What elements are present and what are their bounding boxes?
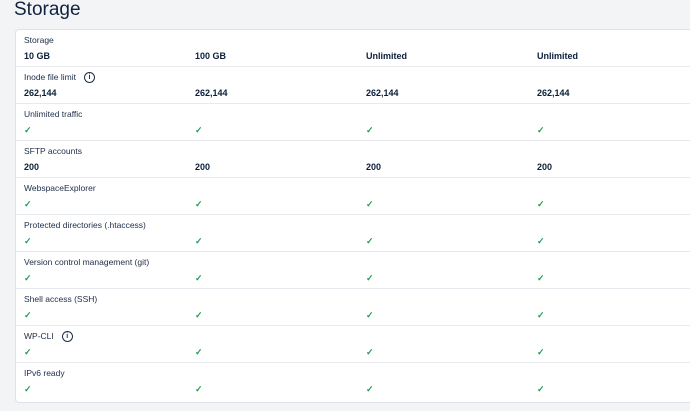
cell-value: Unlimited: [537, 51, 579, 61]
check-icon: ✓: [24, 347, 32, 357]
check-icon: ✓: [195, 384, 203, 394]
check-icon: ✓: [24, 310, 32, 320]
row-label-text: Storage: [24, 35, 54, 45]
cell-value: 262,144: [195, 88, 228, 98]
cell-value: 200: [195, 162, 211, 172]
check-icon: ✓: [537, 125, 545, 135]
row-label: Storage: [24, 35, 54, 46]
check-icon: ✓: [537, 273, 545, 283]
row-label: Protected directories (.htaccess): [24, 220, 146, 231]
check-icon: ✓: [537, 199, 545, 209]
check-icon: ✓: [24, 236, 32, 246]
check-icon: ✓: [195, 199, 203, 209]
row-label: IPv6 ready: [24, 368, 65, 379]
cell-value: 200: [24, 162, 40, 172]
row-label: Version control management (git): [24, 257, 149, 268]
check-icon: ✓: [24, 125, 32, 135]
cell-value: 200: [537, 162, 553, 172]
table-row: IPv6 ready ✓ ✓ ✓ ✓: [16, 363, 690, 400]
table-row: Protected directories (.htaccess) ✓ ✓ ✓ …: [16, 215, 690, 252]
row-label-text: Inode file limit: [24, 72, 76, 82]
check-icon: ✓: [366, 347, 374, 357]
table-row: Inode file limit i 262,144 262,144 262,14…: [16, 67, 690, 104]
table-row: WebspaceExplorer ✓ ✓ ✓ ✓: [16, 178, 690, 215]
cell-value: 10 GB: [24, 51, 51, 61]
check-icon: ✓: [366, 236, 374, 246]
info-icon[interactable]: i: [83, 72, 95, 83]
check-icon: ✓: [24, 273, 32, 283]
check-icon: ✓: [366, 384, 374, 394]
row-label: Inode file limit i: [24, 72, 95, 83]
row-label-text: Unlimited traffic: [24, 109, 83, 119]
info-icon[interactable]: i: [61, 331, 73, 342]
row-label: Unlimited traffic: [24, 109, 82, 120]
cell-value: 200: [366, 162, 382, 172]
table-row: WP-CLI i ✓ ✓ ✓ ✓: [16, 326, 690, 363]
table-row: SFTP accounts 200 200 200 200: [16, 141, 690, 178]
row-label-text: WP-CLI: [24, 331, 54, 341]
row-label: Shell access (SSH): [24, 294, 97, 305]
row-label-text: WebspaceExplorer: [24, 183, 96, 193]
cell-value: 100 GB: [195, 51, 227, 61]
cell-value: 262,144: [366, 88, 399, 98]
row-label-text: SFTP accounts: [24, 146, 82, 156]
row-label-text: Shell access (SSH): [24, 294, 98, 304]
check-icon: ✓: [537, 347, 545, 357]
check-icon: ✓: [366, 125, 374, 135]
check-icon: ✓: [366, 310, 374, 320]
table-row: Version control management (git) ✓ ✓ ✓ ✓: [16, 252, 690, 289]
features-table: Storage 10 GB 100 GB Unlimited Unlimited…: [15, 29, 690, 403]
check-icon: ✓: [537, 236, 545, 246]
check-icon: ✓: [24, 199, 32, 209]
table-row: Unlimited traffic ✓ ✓ ✓ ✓: [16, 104, 690, 141]
check-icon: ✓: [537, 310, 545, 320]
row-label: WP-CLI i: [24, 331, 73, 342]
page-title: Storage: [14, 0, 81, 20]
cell-value: Unlimited: [366, 51, 408, 61]
row-label-text: Version control management (git): [24, 257, 150, 267]
check-icon: ✓: [195, 236, 203, 246]
row-label-text: IPv6 ready: [24, 368, 65, 378]
check-icon: ✓: [195, 310, 203, 320]
row-label: WebspaceExplorer: [24, 183, 96, 194]
check-icon: ✓: [366, 199, 374, 209]
check-icon: ✓: [537, 384, 545, 394]
cell-value: 262,144: [537, 88, 570, 98]
row-label-text: Protected directories (.htaccess): [24, 220, 146, 230]
check-icon: ✓: [195, 273, 203, 283]
check-icon: ✓: [366, 273, 374, 283]
table-row: Storage 10 GB 100 GB Unlimited Unlimited: [16, 30, 690, 67]
cell-value: 262,144: [24, 88, 57, 98]
table-row: Shell access (SSH) ✓ ✓ ✓ ✓: [16, 289, 690, 326]
check-icon: ✓: [195, 125, 203, 135]
check-icon: ✓: [24, 384, 32, 394]
check-icon: ✓: [195, 347, 203, 357]
row-label: SFTP accounts: [24, 146, 82, 157]
